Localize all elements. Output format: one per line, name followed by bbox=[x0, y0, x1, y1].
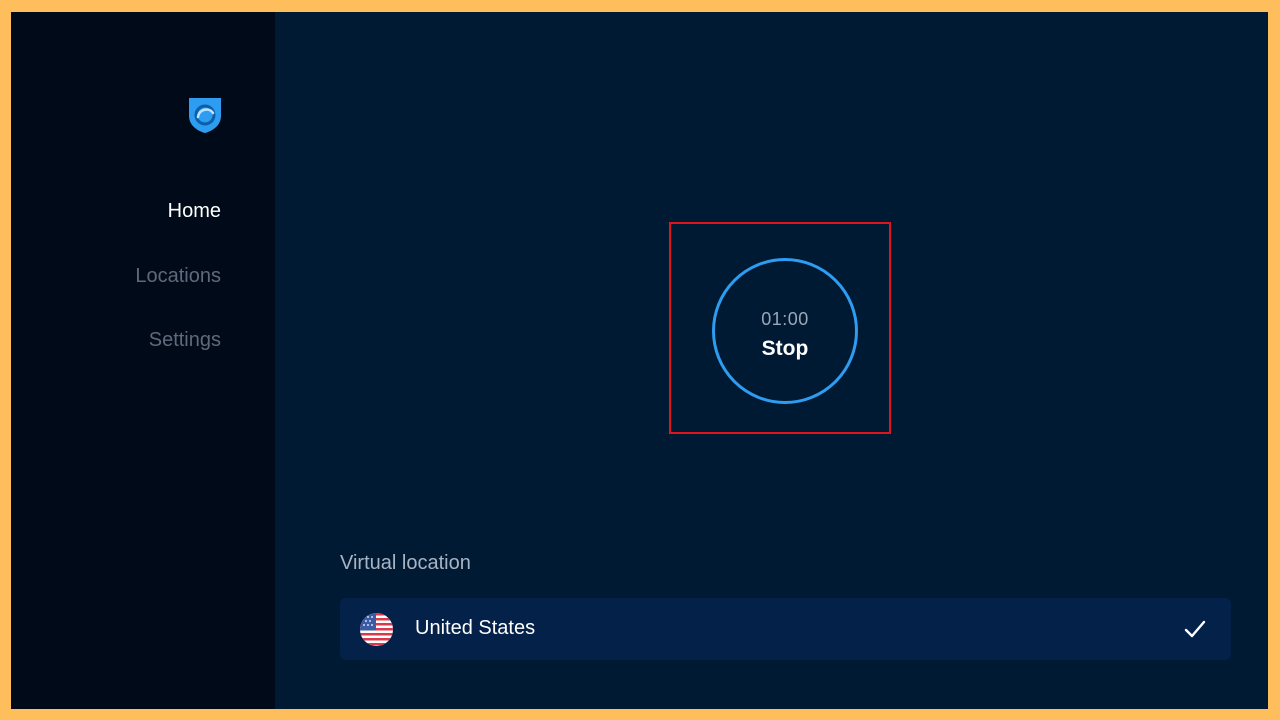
shield-logo-icon bbox=[189, 98, 221, 133]
us-flag-icon bbox=[360, 613, 393, 646]
sidebar: Home Locations Settings bbox=[11, 12, 275, 709]
sidebar-item-home[interactable]: Home bbox=[168, 200, 221, 223]
stop-button-label: Stop bbox=[761, 337, 809, 360]
check-icon bbox=[1184, 620, 1206, 638]
stop-connection-button[interactable]: 01:00 Stop bbox=[712, 258, 858, 404]
connection-timer: 01:00 bbox=[761, 309, 809, 329]
sidebar-item-locations[interactable]: Locations bbox=[135, 265, 221, 288]
screenshot-frame: Home Locations Settings 01:00 Stop Virtu… bbox=[0, 0, 1280, 720]
location-selector-row[interactable]: United States bbox=[340, 598, 1231, 660]
main-content: 01:00 Stop Virtual location United State… bbox=[275, 12, 1268, 709]
virtual-location-heading: Virtual location bbox=[340, 552, 471, 574]
location-name: United States bbox=[415, 617, 536, 639]
app-screen: Home Locations Settings 01:00 Stop Virtu… bbox=[11, 12, 1268, 709]
sidebar-item-settings[interactable]: Settings bbox=[149, 329, 221, 352]
